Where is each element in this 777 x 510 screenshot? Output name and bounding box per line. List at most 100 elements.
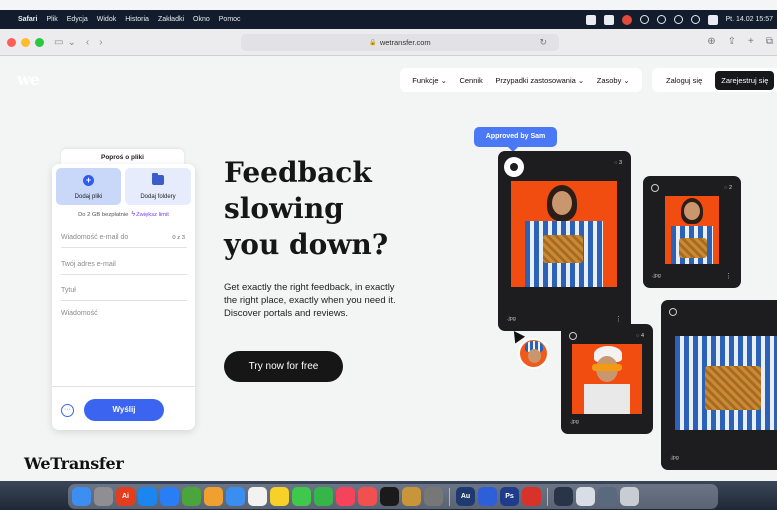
wetransfer-page: we Funkcje ⌄ Cennik Przypadki zastosowan… — [0, 56, 777, 481]
comment-count: ◌ 4 — [636, 333, 644, 339]
portal-card-3[interactable]: ◌ 4 .jpg — [561, 324, 653, 434]
books-icon[interactable] — [402, 487, 421, 506]
check-icon[interactable] — [651, 184, 659, 192]
share-icon[interactable]: ⇪ — [728, 36, 736, 47]
music-icon[interactable] — [336, 487, 355, 506]
menu-history[interactable]: Historia — [125, 16, 149, 23]
status-app-icon-3[interactable] — [621, 14, 632, 25]
address-bar[interactable]: 🔒 wetransfer.com ↻ — [241, 34, 559, 51]
headline-line-2: slowing — [224, 192, 344, 225]
menu-safari[interactable]: Safari — [18, 16, 37, 23]
nav-pricing[interactable]: Cennik — [459, 76, 482, 85]
status-app-icon[interactable] — [585, 14, 596, 25]
file-extension: .jpg — [652, 273, 661, 279]
portal-card-2[interactable]: ◌ 2 .jpg ⋮ — [643, 176, 741, 288]
register-button[interactable]: Zarejestruj się — [715, 70, 775, 90]
back-icon[interactable]: ‹ — [86, 37, 89, 48]
message-field[interactable]: Wiadomość — [61, 304, 187, 324]
wetransfer-wordmark: WeTransfer — [24, 454, 124, 473]
wifi-icon[interactable] — [673, 15, 683, 24]
facetime-icon[interactable] — [314, 487, 333, 506]
trash-icon[interactable] — [620, 487, 639, 506]
try-now-button[interactable]: Try now for free — [224, 351, 343, 382]
more-icon[interactable]: ⋮ — [725, 272, 732, 280]
audition-icon[interactable]: Au — [456, 487, 475, 506]
acrobat-icon[interactable] — [522, 487, 541, 506]
menu-help[interactable]: Pomoc — [219, 16, 241, 23]
file-extension: .jpg — [670, 455, 679, 461]
photo-bag — [543, 235, 583, 263]
check-icon[interactable] — [569, 332, 577, 340]
photo-thumbnail — [665, 196, 719, 264]
minimize-window-button[interactable] — [21, 37, 30, 47]
maps-icon[interactable] — [182, 487, 201, 506]
status-app-icon-2[interactable] — [603, 14, 614, 25]
app-icon[interactable] — [478, 487, 497, 506]
hero-subtitle: Get exactly the right feedback, in exact… — [224, 282, 396, 319]
email-to-placeholder: Wiadomość e-mail do — [61, 234, 129, 241]
photos-icon[interactable] — [204, 487, 223, 506]
more-options-button[interactable]: ··· — [61, 404, 74, 417]
video-app-icon[interactable] — [358, 487, 377, 506]
add-folders-label: Dodaj foldery — [140, 194, 176, 200]
messages-icon[interactable] — [292, 487, 311, 506]
approved-badge: Approved by Sam — [474, 127, 557, 152]
play-icon[interactable] — [639, 15, 649, 24]
close-window-button[interactable] — [7, 37, 16, 47]
zoom-window-button[interactable] — [35, 37, 44, 47]
portal-card-1[interactable]: ◌ 3 .jpg ⋮ — [498, 151, 631, 331]
avatar — [518, 338, 549, 369]
tab-overview-icon[interactable]: ⧉ — [766, 36, 773, 47]
menu-file[interactable]: Plik — [46, 16, 57, 23]
photoshop-icon[interactable]: Ps — [500, 487, 519, 506]
sidebar-icon[interactable]: ▭ — [54, 37, 63, 48]
nav-resources[interactable]: Zasoby ⌄ — [597, 76, 630, 85]
battery-icon[interactable] — [656, 15, 666, 24]
folder-stack-icon[interactable] — [598, 487, 617, 506]
your-email-field[interactable]: Twój adres e-mail — [61, 255, 187, 275]
finder-icon[interactable] — [72, 487, 91, 506]
app-store-icon[interactable] — [160, 487, 179, 506]
document-stack-icon[interactable] — [554, 487, 573, 506]
add-folders-button[interactable]: Dodaj foldery — [125, 168, 191, 205]
menu-window[interactable]: Okno — [193, 16, 210, 23]
window-stack-icon[interactable] — [576, 487, 595, 506]
limit-text: Do 2 GB bezpłatnie — [78, 212, 129, 218]
upgrade-limit-link[interactable]: Zwiększ limit — [136, 212, 169, 218]
new-tab-icon[interactable]: + — [748, 36, 754, 47]
apple-tv-icon[interactable] — [380, 487, 399, 506]
wetransfer-logo[interactable]: we — [17, 70, 40, 89]
more-icon[interactable]: ⋮ — [615, 315, 622, 323]
email-to-field[interactable]: Wiadomość e-mail do 0 z 3 — [61, 228, 187, 248]
calendar-icon[interactable] — [248, 487, 267, 506]
system-settings-icon[interactable] — [424, 487, 443, 506]
chevron-down-icon[interactable]: ⌄ — [67, 37, 75, 48]
dock-separator — [547, 487, 548, 506]
forward-icon[interactable]: › — [99, 37, 102, 48]
login-link[interactable]: Zaloguj się — [666, 76, 702, 85]
menu-bar-clock[interactable]: Pt. 14.02 15:57 — [726, 16, 773, 23]
photo-thumbnail — [511, 181, 617, 287]
portal-card-4[interactable]: .jpg — [661, 300, 777, 470]
nav-use-cases[interactable]: Przypadki zastosowania ⌄ — [495, 76, 584, 85]
check-icon[interactable] — [669, 308, 677, 316]
title-field[interactable]: Tytuł — [61, 281, 187, 301]
menu-view[interactable]: Widok — [97, 16, 116, 23]
menu-edit[interactable]: Edycja — [67, 16, 88, 23]
safari-toolbar: ▭ ⌄ ‹ › 🔒 wetransfer.com ↻ ⊕ ⇪ + ⧉ — [0, 29, 777, 56]
control-center-icon[interactable] — [707, 14, 718, 25]
headline-line-3: you down? — [224, 228, 389, 261]
launchpad-icon[interactable] — [94, 487, 113, 506]
safari-icon[interactable] — [138, 487, 157, 506]
menu-bookmarks[interactable]: Zakładki — [158, 16, 184, 23]
approved-check-icon[interactable] — [504, 157, 524, 177]
reload-icon[interactable]: ↻ — [539, 37, 547, 48]
download-icon[interactable]: ⊕ — [707, 36, 715, 47]
spotlight-search-icon[interactable] — [690, 15, 700, 24]
add-files-button[interactable]: + Dodaj pliki — [56, 168, 121, 205]
illustrator-icon[interactable]: Ai — [116, 487, 135, 506]
send-button[interactable]: Wyślij — [84, 399, 164, 421]
notes-icon[interactable] — [270, 487, 289, 506]
nav-features[interactable]: Funkcje ⌄ — [412, 76, 447, 85]
mail-icon[interactable] — [226, 487, 245, 506]
